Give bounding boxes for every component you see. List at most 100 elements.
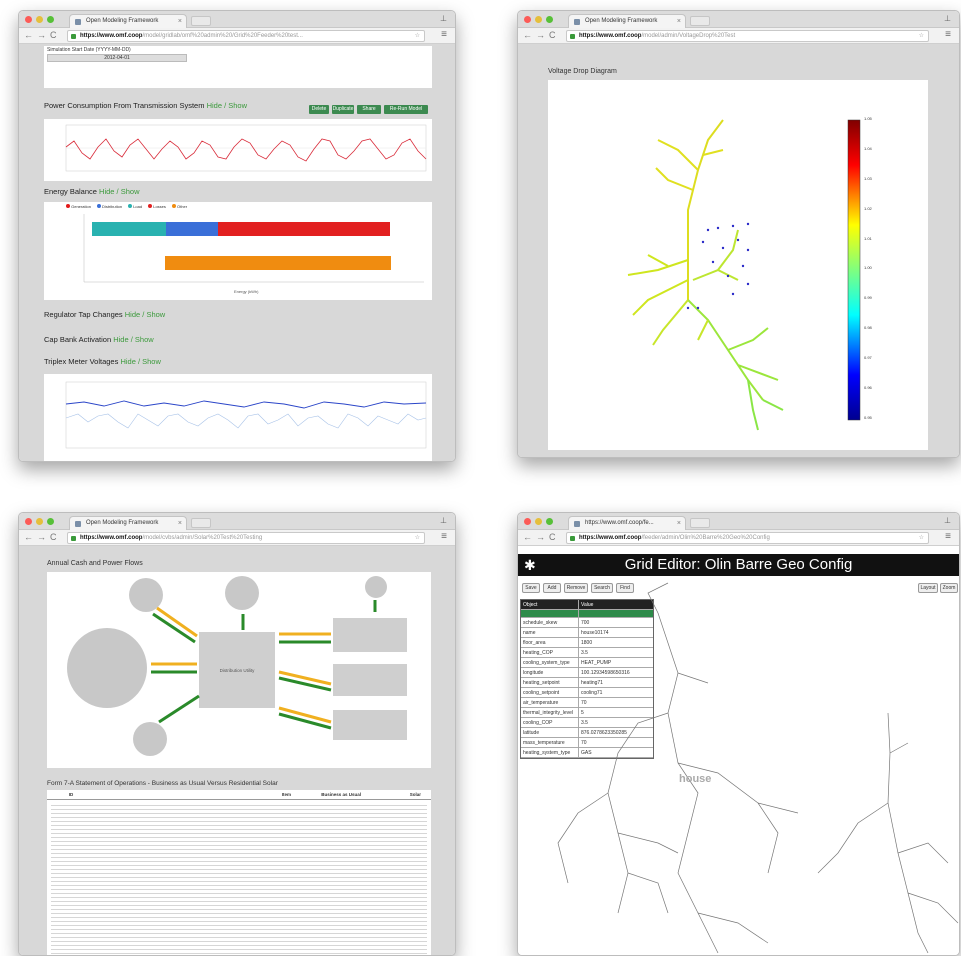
triplex-chart xyxy=(44,374,432,461)
table-row[interactable]: mass_temperature 70 xyxy=(521,738,653,748)
colorbar xyxy=(847,119,861,421)
menu-icon[interactable]: ≡ xyxy=(441,531,447,542)
tab-bar: Open Modeling Framework × ⊥ xyxy=(19,11,455,28)
close-dot-icon[interactable] xyxy=(524,518,531,525)
power-series-line xyxy=(65,138,427,162)
table-row[interactable]: schedule_skew 700 xyxy=(521,618,653,628)
address-toolbar: ←→C https://www.omf.coop/model/admin/Vol… xyxy=(518,28,959,44)
browser-window-cashflow: Open Modeling Framework × ⊥ ←→C https://w… xyxy=(18,512,456,956)
section-power-consumption: Power Consumption From Transmission Syst… xyxy=(44,101,247,110)
bookmark-star-icon[interactable]: ☆ xyxy=(415,31,420,41)
table-row[interactable]: cooling_system_type HEAT_PUMP xyxy=(521,658,653,668)
table-row[interactable]: latitude 876.0278623350285 xyxy=(521,728,653,738)
remove-button[interactable]: Remove xyxy=(564,583,588,593)
add-button[interactable]: Add xyxy=(543,583,561,593)
share-button[interactable]: Share xyxy=(357,105,381,114)
nav-buttons[interactable]: ←→C xyxy=(24,30,61,40)
menu-icon[interactable]: ≡ xyxy=(945,29,951,40)
close-tab-icon[interactable]: × xyxy=(677,517,681,530)
energy-xaxis-label: Energy (kWh) xyxy=(234,289,259,294)
duplicate-button[interactable]: Duplicate xyxy=(332,105,354,114)
save-button[interactable]: Save xyxy=(522,583,540,593)
section-cap-bank: Cap Bank Activation Hide / Show xyxy=(44,335,154,344)
table-row[interactable]: air_temperature 70 xyxy=(521,698,653,708)
address-toolbar: ←→C https://www.omf.coop/model/gridlab/o… xyxy=(19,28,455,44)
profile-icon[interactable]: ⊥ xyxy=(440,516,447,525)
col-solar: Solar xyxy=(409,792,421,797)
table-row[interactable]: thermal_integrity_level 5 xyxy=(521,708,653,718)
minimize-dot-icon[interactable] xyxy=(535,16,542,23)
browser-tab[interactable]: Open Modeling Framework × xyxy=(69,516,187,530)
close-tab-icon[interactable]: × xyxy=(178,517,182,530)
minimize-dot-icon[interactable] xyxy=(36,518,43,525)
address-bar[interactable]: https://www.omf.coop/model/admin/Voltage… xyxy=(566,30,929,42)
url-path: /model/admin/VoltageDrop%20Test xyxy=(641,33,736,39)
toggle-link[interactable]: Hide / Show xyxy=(207,101,247,110)
address-bar[interactable]: https://www.omf.coop/model/gridlab/omf%2… xyxy=(67,30,425,42)
profile-icon[interactable]: ⊥ xyxy=(944,14,951,23)
bookmark-star-icon[interactable]: ☆ xyxy=(919,31,924,41)
favicon-icon xyxy=(574,521,580,527)
bookmark-star-icon[interactable]: ☆ xyxy=(415,533,420,543)
tab-title: https://www.omf.coop/fe... xyxy=(585,520,654,526)
close-dot-icon[interactable] xyxy=(524,16,531,23)
page-content: Annual Cash and Power Flows Distribution… xyxy=(19,546,455,955)
table-row[interactable]: floor_area 1800 xyxy=(521,638,653,648)
new-tab-button[interactable] xyxy=(690,16,710,26)
browser-tab[interactable]: https://www.omf.coop/fe... × xyxy=(568,516,686,530)
close-tab-icon[interactable]: × xyxy=(178,15,182,28)
toggle-link[interactable]: Hide / Show xyxy=(125,310,165,319)
zoom-dot-icon[interactable] xyxy=(546,518,553,525)
bar-distribution xyxy=(166,222,218,236)
delete-button[interactable]: Delete xyxy=(309,105,329,114)
zoom-button[interactable]: Zoom xyxy=(940,583,958,593)
zoom-dot-icon[interactable] xyxy=(47,518,54,525)
address-bar[interactable]: https://www.omf.coop/feeder/admin/Olin%2… xyxy=(566,532,929,544)
section-title: Cap Bank Activation xyxy=(44,335,112,344)
bookmark-star-icon[interactable]: ☆ xyxy=(919,533,924,543)
browser-tab[interactable]: Open Modeling Framework × xyxy=(69,14,187,28)
new-tab-button[interactable] xyxy=(690,518,710,528)
close-dot-icon[interactable] xyxy=(25,518,32,525)
nav-buttons[interactable]: ←→C xyxy=(523,30,560,40)
toggle-link[interactable]: Hide / Show xyxy=(113,335,153,344)
profile-icon[interactable]: ⊥ xyxy=(440,14,447,23)
profile-icon[interactable]: ⊥ xyxy=(944,516,951,525)
table-row[interactable]: cooling_setpoint cooling71 xyxy=(521,688,653,698)
zoom-dot-icon[interactable] xyxy=(47,16,54,23)
object-table: Object Value schedule_skew 700 name house10… xyxy=(520,599,654,759)
table-row[interactable]: heating_COP 3.5 xyxy=(521,648,653,658)
nav-buttons[interactable]: ←→C xyxy=(24,532,61,542)
legend-item: Distribution xyxy=(96,204,122,209)
sim-start-input[interactable]: 2012-04-01 xyxy=(47,54,187,62)
gear-icon[interactable]: ✱ xyxy=(524,554,536,576)
menu-icon[interactable]: ≡ xyxy=(945,531,951,542)
layout-button[interactable]: Layout xyxy=(918,583,938,593)
nav-buttons[interactable]: ←→C xyxy=(523,532,560,542)
menu-icon[interactable]: ≡ xyxy=(441,29,447,40)
toggle-link[interactable]: Hide / Show xyxy=(120,357,160,366)
address-toolbar: ←→C https://www.omf.coop/model/cvbs/admi… xyxy=(19,530,455,546)
energy-legend: Generation Distribution Load Losses Othe… xyxy=(66,204,187,209)
toggle-link[interactable]: Hide / Show xyxy=(99,187,139,196)
new-tab-button[interactable] xyxy=(191,16,211,26)
minimize-dot-icon[interactable] xyxy=(535,518,542,525)
search-button[interactable]: Search xyxy=(591,583,613,593)
table-row[interactable]: cooling_COP 3.5 xyxy=(521,718,653,728)
close-dot-icon[interactable] xyxy=(25,16,32,23)
close-tab-icon[interactable]: × xyxy=(677,15,681,28)
url-path: /model/gridlab/omf%20admin%20/Grid%20Fee… xyxy=(142,33,303,39)
find-button[interactable]: Find xyxy=(616,583,634,593)
table-row[interactable]: longitude 100.12934598650316 xyxy=(521,668,653,678)
selected-row[interactable] xyxy=(521,610,653,618)
new-tab-button[interactable] xyxy=(191,518,211,528)
browser-tab[interactable]: Open Modeling Framework × xyxy=(568,14,686,28)
address-bar[interactable]: https://www.omf.coop/model/cvbs/admin/So… xyxy=(67,532,425,544)
table-row[interactable]: heating_system_type GAS xyxy=(521,748,653,758)
rerun-model-button[interactable]: Re-Run Model xyxy=(384,105,428,114)
minimize-dot-icon[interactable] xyxy=(36,16,43,23)
table-row[interactable]: name house10174 xyxy=(521,628,653,638)
tab-bar: https://www.omf.coop/fe... × ⊥ xyxy=(518,513,959,530)
table-row[interactable]: heating_setpoint heating71 xyxy=(521,678,653,688)
zoom-dot-icon[interactable] xyxy=(546,16,553,23)
